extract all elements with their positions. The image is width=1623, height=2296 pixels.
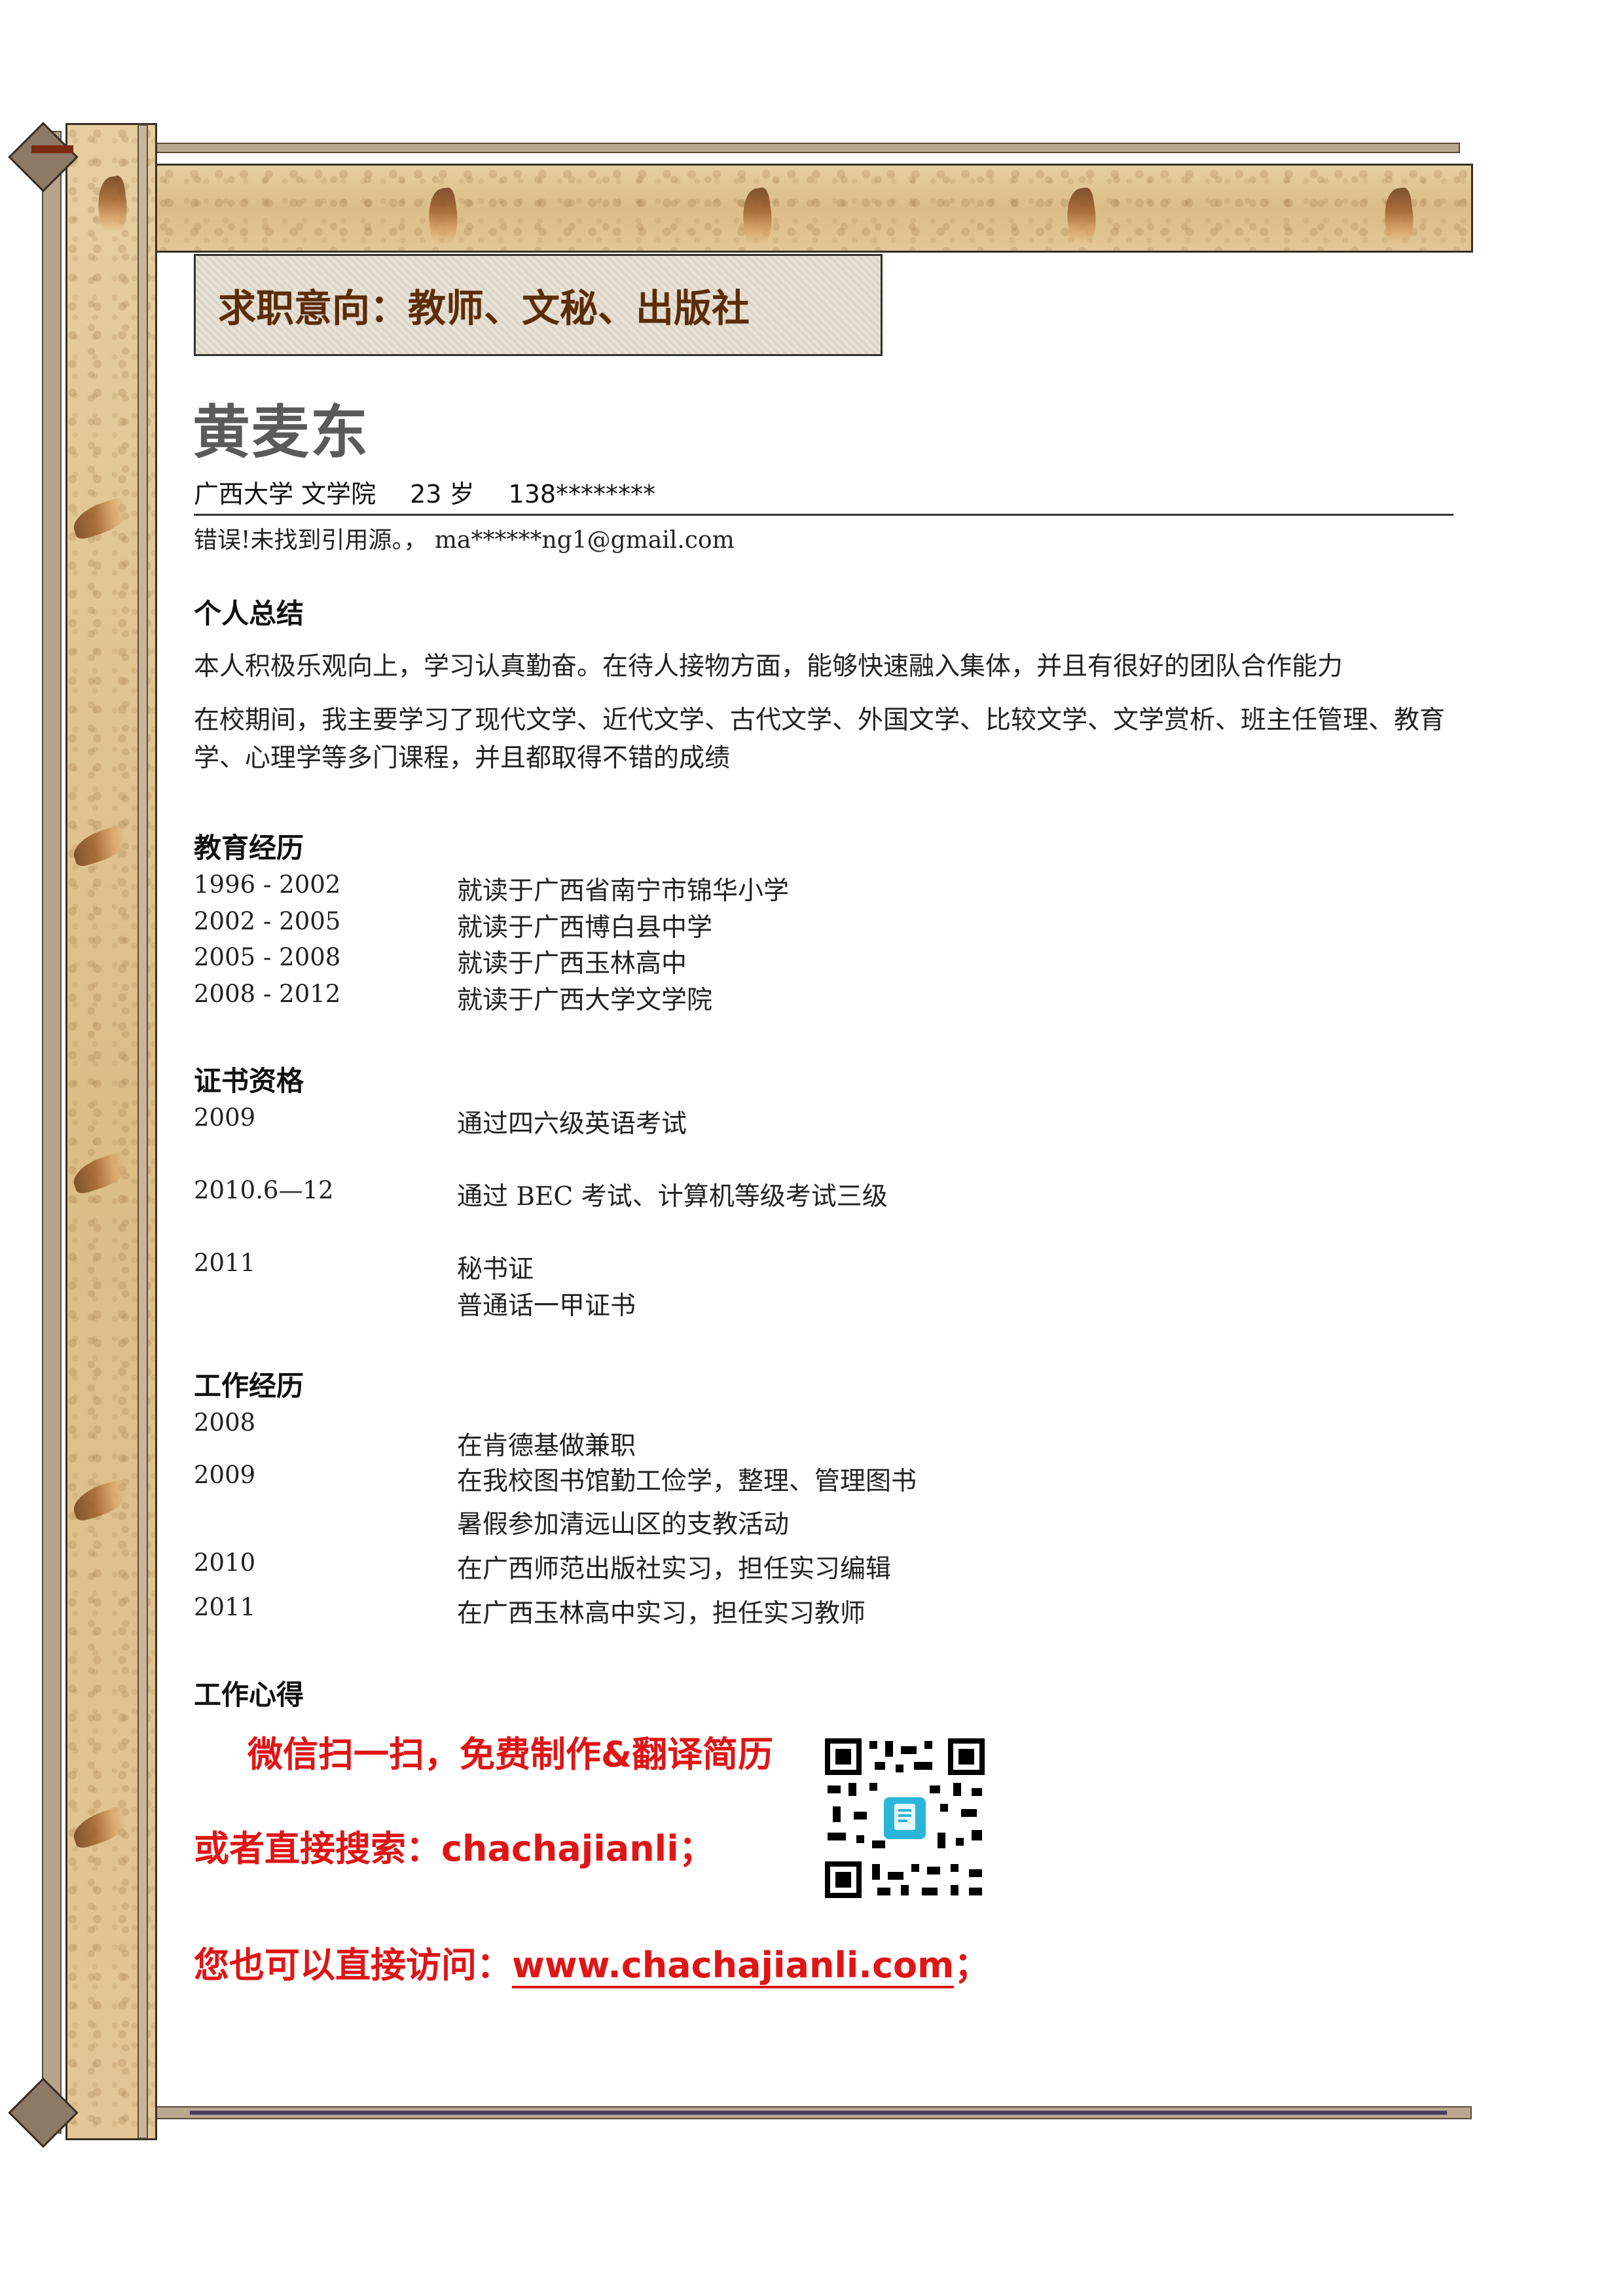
basic-info-line: 广西大学 文学院 23 岁 138********: [194, 474, 689, 510]
promo-search-line: 或者直接搜索：chachajianli；: [194, 1828, 714, 1869]
certificate-desc: 通过 BEC 考试、计算机等级考试三级: [457, 1182, 888, 1211]
work-desc: 在广西师范出版社实习，担任实习编辑: [457, 1554, 892, 1584]
job-objective-banner: 求职意向：教师、文秘、出版社: [194, 254, 883, 356]
certificate-years: 2011: [194, 1249, 256, 1277]
education-years: 1996 - 2002: [194, 870, 341, 899]
certificate-desc: 普通话一甲证书: [457, 1291, 636, 1321]
education-desc: 就读于广西玉林高中: [457, 949, 687, 978]
job-objective-text: 求职意向：教师、文秘、出版社: [218, 286, 750, 331]
work-years: 2008: [194, 1408, 256, 1437]
school: 广西大学 文学院: [194, 480, 376, 509]
summary-paragraph: 本人积极乐观向上，学习认真勤奋。在待人接物方面，能够快速融入集体，并且有很好的团…: [194, 652, 1343, 681]
certificate-years: 2010.6—12: [194, 1176, 334, 1204]
top-rail: [137, 143, 1460, 153]
promo-visit-prefix: 您也可以直接访问：: [194, 1945, 512, 1986]
work-desc: 在广西玉林高中实习，担任实习教师: [457, 1599, 866, 1628]
certificate-desc: 通过四六级英语考试: [457, 1109, 687, 1139]
phone: 138********: [508, 480, 656, 509]
candidate-name: 黄麦东: [192, 399, 370, 466]
work-years: 2009: [194, 1461, 256, 1489]
summary-paragraph: 在校期间，我主要学习了现代文学、近代文学、古代文学、外国文学、比较文学、文学赏析…: [194, 706, 1446, 773]
certificate-years: 2009: [194, 1103, 256, 1132]
top-band: [137, 164, 1473, 253]
work-desc: 在我校图书馆勤工俭学，整理、管理图书: [457, 1467, 917, 1496]
work-years: 2010: [194, 1549, 256, 1577]
work-desc: 暑假参加清远山区的支教活动: [457, 1510, 790, 1539]
education-desc: 就读于广西省南宁市锦华小学: [457, 876, 790, 906]
education-years: 2002 - 2005: [194, 907, 341, 935]
corner-ornament-top-bar: [31, 145, 73, 153]
section-title-certificates: 证书资格: [194, 1065, 304, 1097]
age: 23 岁: [410, 480, 475, 509]
left-column-right-rail: [137, 124, 148, 2139]
promo-visit-suffix: ；: [954, 1945, 990, 1986]
section-title-education: 教育经历: [194, 832, 304, 864]
education-desc: 就读于广西大学文学院: [457, 986, 713, 1015]
section-title-summary: 个人总结: [194, 598, 304, 630]
certificate-desc: 秘书证: [457, 1255, 534, 1284]
left-thin-rail: [42, 131, 62, 2134]
section-title-insight: 工作心得: [194, 1679, 304, 1711]
website-link[interactable]: www.chachajianli.com: [512, 1945, 955, 1988]
promo-visit-line: 您也可以直接访问：www.chachajianli.com；: [194, 1936, 989, 1988]
qr-code-graphic: [822, 1736, 987, 1901]
promo-wechat-line: 微信扫一扫，免费制作&翻译简历: [247, 1734, 774, 1775]
education-years: 2008 - 2012: [194, 980, 341, 1008]
contact-line: 错误!未找到引用源。， ma******ng1@gmail.com: [194, 527, 735, 554]
education-desc: 就读于广西博白县中学: [457, 913, 713, 942]
bottom-rail-stripe: [190, 2111, 1447, 2115]
section-title-work: 工作经历: [194, 1370, 304, 1402]
education-years: 2005 - 2008: [194, 943, 341, 971]
qr-code[interactable]: [822, 1736, 987, 1901]
work-years: 2011: [194, 1593, 256, 1621]
header-divider: [194, 514, 1453, 516]
work-desc: 在肯德基做兼职: [457, 1431, 636, 1461]
